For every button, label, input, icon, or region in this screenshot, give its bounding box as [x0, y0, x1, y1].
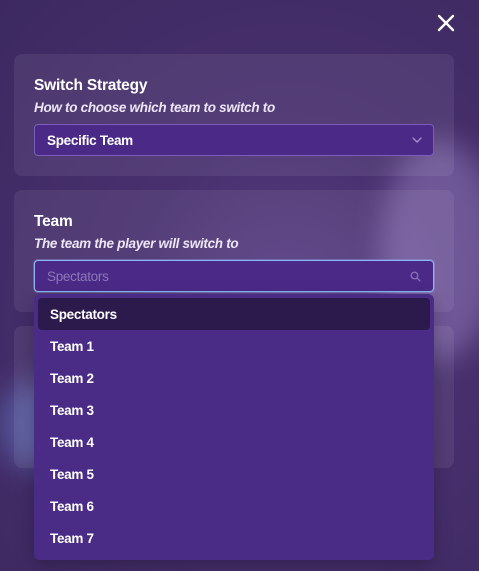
switch-strategy-value: Specific Team — [47, 132, 133, 148]
dropdown-option-team-4[interactable]: Team 4 — [38, 426, 430, 458]
team-title: Team — [34, 213, 73, 230]
dropdown-option-team-2[interactable]: Team 2 — [38, 362, 430, 394]
dropdown-option-team-5[interactable]: Team 5 — [38, 458, 430, 490]
dropdown-option-team-6[interactable]: Team 6 — [38, 490, 430, 522]
switch-strategy-select[interactable]: Specific Team — [34, 124, 434, 156]
team-dropdown-menu: Spectators Team 1 Team 2 Team 3 Team 4 T… — [34, 294, 434, 560]
dropdown-option-team-1[interactable]: Team 1 — [38, 330, 430, 362]
close-icon — [437, 14, 455, 32]
dropdown-option-spectators[interactable]: Spectators — [38, 298, 430, 330]
dropdown-option-team-3[interactable]: Team 3 — [38, 394, 430, 426]
team-search-input[interactable] — [47, 268, 387, 284]
switch-strategy-panel: Switch Strategy How to choose which team… — [14, 54, 454, 176]
dropdown-option-team-7[interactable]: Team 7 — [38, 522, 430, 554]
search-icon — [410, 271, 421, 282]
switch-strategy-title: Switch Strategy — [34, 77, 148, 94]
team-search-field[interactable] — [34, 260, 434, 292]
team-subtitle: The team the player will switch to — [34, 236, 239, 251]
switch-strategy-subtitle: How to choose which team to switch to — [34, 100, 275, 115]
chevron-down-icon — [412, 137, 422, 143]
close-button[interactable] — [432, 10, 460, 36]
